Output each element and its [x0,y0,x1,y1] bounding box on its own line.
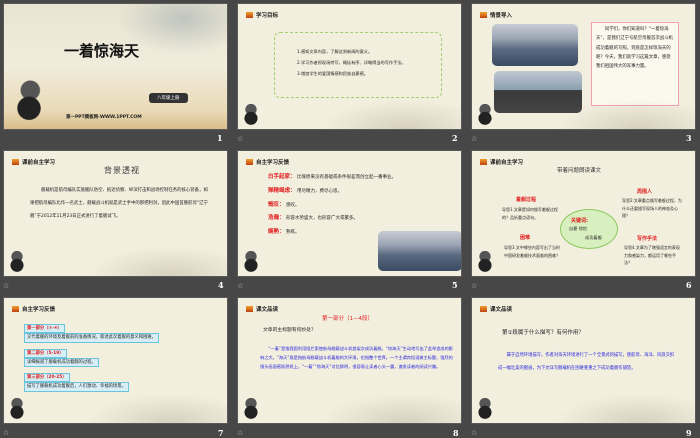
slide-thumbnail-8[interactable]: 课文品读 第一部分（1—4段） 文章的主标题有何妙处？ “一着”是指我国利用阻拦… [237,297,462,424]
lotus-icon [244,251,258,273]
branch-question: 导思2:文章重点描写着舰过程，为什么还要描写现场人的神态及心理？ [622,198,682,219]
transition-icon[interactable]: ☆ [3,429,9,437]
transition-icon[interactable]: ☆ [237,135,243,143]
footer-text: 第一PPT模板网-WWW.1PPT.COM [66,115,142,120]
branch-label: 着舰过程 [516,197,537,203]
transition-icon[interactable]: ☆ [471,282,477,290]
mist-decoration [555,393,695,423]
slide-thumbnail-6[interactable]: 课前自主学习 带着问题朗读课文 关键词: 自豪 惊险 成功着舰 着舰过程 导思1… [471,150,696,277]
lotus-icon [10,398,24,420]
slide-number: 7 [218,428,224,438]
slide-number: 6 [686,280,692,290]
header-icon [12,306,19,312]
branch-question: 导思1.文章是如何描写着舰过程的？品析重点语句。 [502,207,558,220]
slide-number: 1 [217,133,223,143]
slide-thumbnail-9[interactable]: 课文品读 第①段属于什么描写？有何作用？ 属于自然环境描写。作者对海天环境进行了… [471,297,696,424]
header-icon [480,306,487,312]
transition-icon[interactable]: ☆ [471,135,477,143]
slide-title: 带着问题朗读课文 [557,168,602,174]
slide-title: 第一部分（1—4段） [322,316,373,322]
slide-header: 学习目标 [246,11,278,19]
header-icon [246,159,253,165]
slide-header: 课前自主学习 [480,158,523,166]
slide-number: 8 [453,428,459,438]
slide-header: 情景导入 [480,11,512,19]
header-icon [12,159,19,165]
branch-question: 导思3.文中哪些内容写出了当时中国研发着舰技术面临的困难？ [504,245,560,258]
slide-title: 一着惊海天 [64,42,140,60]
lotus-icon [244,104,258,126]
answer-text: 属于自然环境描写。作者对海天环境进行了一个全景式的描写，使航母、海洋、风浪交织成… [498,353,675,371]
branch-question: 导思4.文章为了增强语言的表现力和感染力，都运用了哪些手法？ [624,245,680,266]
question-text: 第①段属于什么描写？有何作用？ [502,330,584,336]
slide-thumbnail-5[interactable]: 自主学习反馈 白手起家： 比喻原来没有基础或条件很差而创立起一番事业。 殚精竭虑… [237,150,462,277]
scroll-frame: 1.感知文章内容，了解这则新闻的意义。 2.学习作者抓现场特写，概括有序、详略得… [274,32,442,98]
vocab-item: 娴熟： 熟练。 [268,229,300,235]
slide-number: 9 [686,428,692,438]
slide-thumbnail-7[interactable]: 自主学习反馈 第一部分（①-④） 交代着舰的环境及着舰前的准备情况，叙述此次着舰… [3,297,228,424]
transition-icon[interactable]: ☆ [237,429,243,437]
header-icon [480,12,487,18]
lotus-icon [478,398,492,420]
slide-header: 课文品读 [480,305,512,313]
vocab-item: 殚精竭虑： 用尽精力，费尽心思。 [268,187,342,194]
mist-decoration [321,393,461,423]
slide-header: 课文品读 [246,305,278,313]
slide-thumbnail-1[interactable]: 一着惊海天 八年级上册 第一PPT模板网-WWW.1PPT.COM [3,3,228,130]
branch-label: 写作手法 [637,236,658,242]
objectives-list: 1.感知文章内容，了解这则新闻的意义。 2.学习作者抓现场特写，概括有序、详略得… [297,49,406,76]
parts-list: 第一部分（①-④） 交代着舰的环境及着舰前的准备情况，叙述此次着舰的意义和困难。… [24,324,159,392]
vocab-item: 慨叹： 感叹。 [268,201,300,208]
slide-number: 3 [686,133,692,143]
aircraft-carrier-photo [492,24,578,66]
slide-number: 2 [452,133,458,143]
intro-textbox: 同学们，你们知道吗？“一着惊海天”，是我们辽宁号航空母舰首次战斗机成功着舰的写照… [591,22,679,106]
mist-decoration [87,393,227,423]
lotus-icon [478,251,492,273]
mist-decoration [555,99,695,129]
slide-header: 自主学习反馈 [12,305,55,313]
slide-number: 4 [218,280,224,290]
mist-decoration [321,99,461,129]
background-text: 舰载机是航母编队实施舰队防空、抵近侦察、纵深打击和战场控制任务的核心装备，如果把… [30,188,208,220]
slide-thumbnail-3[interactable]: 情景导入 同学们，你们知道吗？“一着惊海天”，是我们辽宁号航空母舰首次战斗机成功… [471,3,696,130]
aircraft-carrier-photo [378,231,461,271]
transition-icon[interactable]: ☆ [3,282,9,290]
slide-number: 5 [452,280,458,290]
grade-label: 八年级上册 [149,93,188,103]
header-icon [246,12,253,18]
mist-decoration [87,246,227,276]
keyword-cloud: 关键词: 自豪 惊险 成功着舰 [560,209,618,249]
slide-title: 背景透视 [104,166,140,175]
vocab-item: 白手起家： 比喻原来没有基础或条件很差而创立起一番事业。 [268,174,396,180]
transition-icon[interactable]: ☆ [471,429,477,437]
branch-label: 困难 [520,235,531,241]
lotus-ink-painting [16,79,42,124]
transition-icon[interactable]: ☆ [237,282,243,290]
header-icon [480,159,487,165]
slide-header: 自主学习反馈 [246,158,289,166]
vocabulary-list: 白手起家： 比喻原来没有基础或条件很差而创立起一番事业。 殚精竭虑： 用尽精力，… [268,171,396,240]
slide-header: 课前自主学习 [12,158,55,166]
lotus-icon [244,398,258,420]
branch-label: 周围人 [637,189,653,195]
vocab-item: 浩瀚： 形容水势盛大，也形容广大或繁多。 [268,215,358,222]
question-text: 文章的主标题有何妙处？ [263,328,316,333]
header-icon [246,306,253,312]
lotus-icon [10,251,24,273]
answer-text: “一着”是指我国利用阻拦索使航母舰载战斗机首架次成功着舰，“惊海天”生动地写出了… [260,346,453,370]
lotus-icon [478,104,492,126]
slide-thumbnail-4[interactable]: 课前自主学习 背景透视 舰载机是航母编队实施舰队防空、抵近侦察、纵深打击和战场控… [3,150,228,277]
slide-thumbnail-2[interactable]: 学习目标 1.感知文章内容，了解这则新闻的意义。 2.学习作者抓现场特写，概括有… [237,3,462,130]
